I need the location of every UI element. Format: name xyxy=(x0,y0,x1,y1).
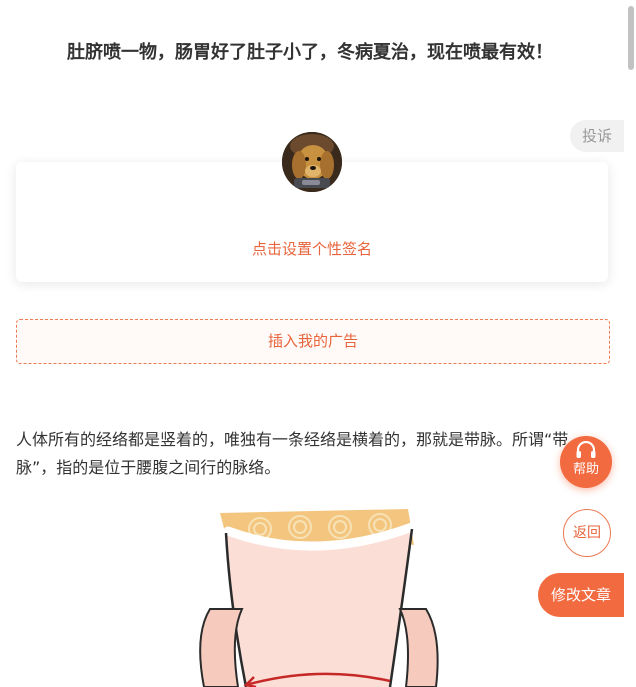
headset-icon xyxy=(576,441,596,458)
article-page: 肚脐喷一物，肠胃好了肚子小了，冬病夏治，现在喷最有效！ 投诉 点击设置个性签名 … xyxy=(0,0,636,687)
author-avatar[interactable] xyxy=(282,132,342,192)
article-paragraph: 人体所有的经络都是竖着的，唯独有一条经络是横着的，那就是带脉。所谓“带脉”，指的… xyxy=(16,430,569,477)
help-button[interactable]: 帮助 xyxy=(560,436,612,488)
complain-button[interactable]: 投诉 xyxy=(570,120,624,152)
scrollbar-thumb[interactable] xyxy=(628,6,634,70)
signature-prompt-link[interactable]: 点击设置个性签名 xyxy=(16,238,608,259)
back-button[interactable]: 返回 xyxy=(563,509,611,557)
help-label: 帮助 xyxy=(572,462,599,477)
edit-article-button[interactable]: 修改文章 xyxy=(538,573,624,617)
article-title: 肚脐喷一物，肠胃好了肚子小了，冬病夏治，现在喷最有效！ xyxy=(67,42,553,63)
abdomen-illustration xyxy=(180,505,450,687)
insert-ad-button[interactable]: 插入我的广告 xyxy=(16,319,610,364)
dog-photo xyxy=(282,132,342,192)
